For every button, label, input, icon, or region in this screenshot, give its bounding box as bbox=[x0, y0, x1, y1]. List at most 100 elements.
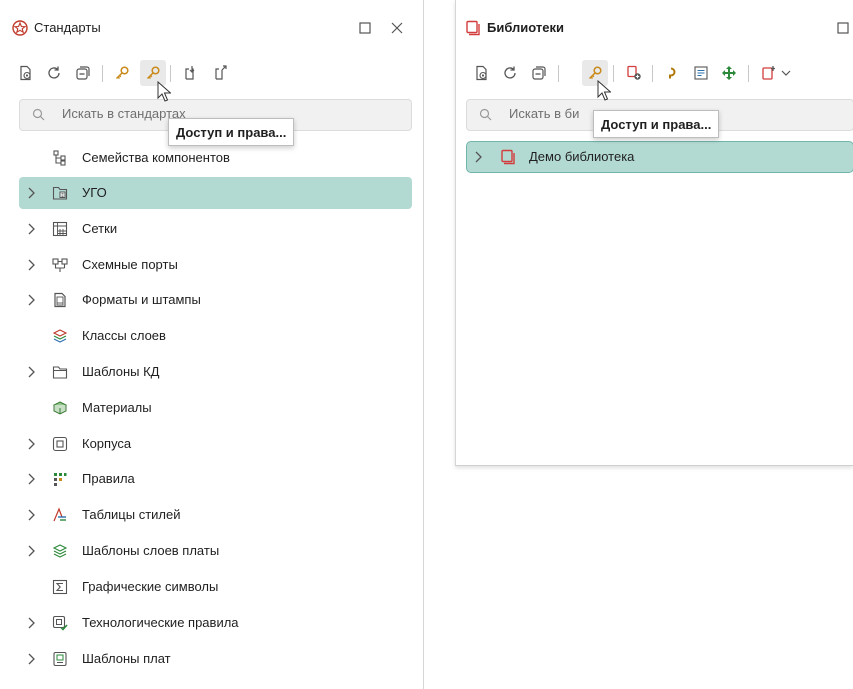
access-rights-tooltip: Доступ и права... bbox=[168, 118, 295, 146]
board-templates-icon bbox=[53, 651, 67, 667]
tree-item-label: Классы слоев bbox=[82, 328, 166, 343]
component-family-icon bbox=[53, 150, 66, 166]
tree-item-board-templates[interactable]: Шаблоны плат bbox=[19, 643, 412, 675]
document-view-icon bbox=[20, 65, 31, 81]
standards-titlebar: Стандарты bbox=[0, 0, 423, 56]
collapse-all-button[interactable] bbox=[70, 60, 96, 86]
import-button[interactable] bbox=[178, 60, 204, 86]
style-tables-icon bbox=[53, 507, 66, 522]
access-rights-button[interactable] bbox=[109, 60, 135, 86]
tree-item-schematic-ports[interactable]: Схемные порты bbox=[19, 249, 412, 281]
tree-item-graphic-symbols[interactable]: Графические символы bbox=[19, 571, 412, 603]
mouse-cursor-icon bbox=[597, 80, 611, 101]
view-button[interactable] bbox=[13, 60, 39, 86]
chevron-right-icon[interactable] bbox=[26, 473, 36, 485]
view-button[interactable] bbox=[469, 60, 495, 86]
tree-item-ugo[interactable]: УГО bbox=[19, 177, 412, 209]
export-icon bbox=[215, 65, 227, 80]
key-icon bbox=[146, 66, 160, 80]
chevron-right-icon[interactable] bbox=[26, 366, 36, 378]
library-book-icon bbox=[501, 149, 515, 165]
tree-item-grids[interactable]: Сетки bbox=[19, 213, 412, 245]
tree-item-label: Шаблоны КД bbox=[82, 364, 160, 379]
export-dropdown-button[interactable] bbox=[756, 60, 796, 86]
chevron-right-icon[interactable] bbox=[26, 617, 36, 629]
tree-item-label: Форматы и штампы bbox=[82, 292, 201, 307]
add-library-icon bbox=[627, 65, 641, 80]
chevron-right-icon[interactable] bbox=[26, 438, 36, 450]
standards-title: Стандарты bbox=[34, 20, 101, 35]
close-icon bbox=[391, 22, 403, 34]
tree-item-demo-library[interactable]: Демо библиотека bbox=[466, 141, 853, 173]
standards-star-icon bbox=[12, 20, 28, 36]
refresh-button[interactable] bbox=[497, 60, 523, 86]
tree-item-label: Графические символы bbox=[82, 579, 219, 594]
chevron-right-icon[interactable] bbox=[26, 509, 36, 521]
tree-item-label: УГО bbox=[82, 185, 107, 200]
tech-rules-icon bbox=[52, 615, 68, 631]
tree-item-label: Шаблоны плат bbox=[82, 651, 171, 666]
tree-item-formats[interactable]: Форматы и штампы bbox=[19, 284, 412, 316]
standards-toolbar bbox=[0, 60, 423, 90]
libraries-titlebar: Библиотеки bbox=[456, 0, 853, 56]
tree-item-layer-classes[interactable]: Классы слоев bbox=[19, 320, 412, 352]
grid-icon bbox=[52, 221, 68, 237]
refresh-icon bbox=[48, 66, 60, 79]
toolbar-separator bbox=[748, 65, 749, 82]
refresh-button[interactable] bbox=[41, 60, 67, 86]
tree-item-label: Схемные порты bbox=[82, 257, 178, 272]
tree-item-label: Правила bbox=[82, 471, 135, 486]
tree-item-style-tables[interactable]: Таблицы стилей bbox=[19, 499, 412, 531]
chevron-right-icon[interactable] bbox=[26, 294, 36, 306]
close-button[interactable] bbox=[387, 18, 407, 38]
chevron-right-icon[interactable] bbox=[26, 545, 36, 557]
tree-item-rules[interactable]: Правила bbox=[19, 463, 412, 495]
maximize-button[interactable] bbox=[355, 18, 375, 38]
link-icon bbox=[669, 67, 676, 79]
tree-item-kd-templates[interactable]: Шаблоны КД bbox=[19, 356, 412, 388]
table-view-icon bbox=[694, 66, 708, 80]
export-button[interactable] bbox=[208, 60, 234, 86]
tree-item-label: Материалы bbox=[82, 400, 152, 415]
table-button[interactable] bbox=[688, 60, 714, 86]
format-stamp-icon bbox=[54, 292, 66, 308]
maximize-button[interactable] bbox=[833, 18, 853, 38]
collapse-all-button[interactable] bbox=[526, 60, 552, 86]
toolbar-separator bbox=[170, 65, 171, 82]
chevron-right-icon[interactable] bbox=[26, 653, 36, 665]
library-book-icon bbox=[466, 20, 480, 36]
export-library-icon bbox=[762, 66, 775, 80]
tree-item-packages[interactable]: Корпуса bbox=[19, 428, 412, 460]
access-rights-tooltip: Доступ и права... bbox=[593, 110, 720, 138]
materials-icon bbox=[52, 401, 68, 415]
chevron-right-icon[interactable] bbox=[26, 223, 36, 235]
ugo-icon bbox=[52, 186, 68, 200]
tree-item-materials[interactable]: Материалы bbox=[19, 392, 412, 424]
rules-icon bbox=[54, 473, 67, 486]
update-button[interactable] bbox=[716, 60, 742, 86]
tree-item-board-layer-templates[interactable]: Шаблоны слоев платы bbox=[19, 535, 412, 567]
layer-classes-icon bbox=[52, 329, 68, 343]
key-icon bbox=[115, 66, 129, 80]
tree-item-label: Корпуса bbox=[82, 436, 132, 451]
chevron-right-icon[interactable] bbox=[473, 151, 483, 163]
libraries-title: Библиотеки bbox=[487, 20, 565, 35]
mouse-cursor-icon bbox=[157, 81, 171, 102]
maximize-icon bbox=[837, 22, 849, 34]
toolbar-separator bbox=[613, 65, 614, 82]
tree-item-label: Сетки bbox=[82, 221, 118, 236]
maximize-icon bbox=[359, 22, 371, 34]
search-icon bbox=[479, 108, 492, 121]
import-icon bbox=[185, 66, 195, 80]
chevron-right-icon[interactable] bbox=[26, 187, 36, 199]
chevron-right-icon[interactable] bbox=[26, 259, 36, 271]
document-view-icon bbox=[476, 65, 487, 81]
tree-item-tech-rules[interactable]: Технологические правила bbox=[19, 607, 412, 639]
search-icon bbox=[32, 108, 45, 121]
collapse-all-icon bbox=[532, 66, 546, 80]
board-layer-templates-icon bbox=[52, 544, 68, 558]
chevron-down-icon bbox=[781, 70, 791, 76]
key-icon bbox=[588, 66, 602, 80]
add-library-button[interactable] bbox=[621, 60, 647, 86]
link-button[interactable] bbox=[660, 60, 686, 86]
